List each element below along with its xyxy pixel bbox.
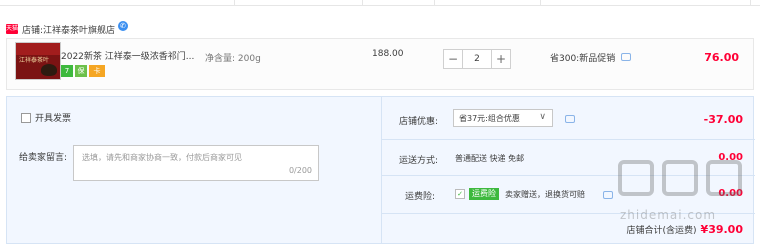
comment-icon[interactable] [621, 53, 631, 61]
quantity-input[interactable]: 2 [463, 49, 491, 69]
guarantee-icon: 保 [75, 65, 87, 77]
chat-bubble-icon[interactable]: ✆ [118, 21, 129, 31]
comment-icon[interactable] [565, 115, 575, 123]
cart-item-row: 江祥泰茶叶 2022新茶 江祥泰一级浓香祁门... 7 保 卡 净含量: 200… [6, 38, 754, 90]
product-spec: 净含量: 200g [205, 54, 261, 64]
shop-name-link[interactable]: 江祥泰茶叶旗舰店 [43, 23, 115, 36]
product-title-link[interactable]: 2022新茶 江祥泰一级浓香祁门... [61, 49, 203, 62]
watermark-text: zhidemai.com [620, 208, 717, 222]
comment-icon[interactable] [603, 191, 613, 199]
watermark-glyph-icon [662, 160, 698, 196]
shop-discount-label: 店铺优惠: [399, 117, 439, 127]
quantity-stepper: − 2 + [443, 49, 511, 69]
insurance-description: 卖家赠送，退换货可赔 [505, 190, 585, 199]
shop-discount-amount: -37.00 [703, 113, 743, 126]
insurance-tag: 运费险 [469, 188, 499, 200]
shop-header: 天猫 店铺: 江祥泰茶叶旗舰店 ✆ [6, 21, 129, 36]
order-page: 天猫 店铺: 江祥泰茶叶旗舰店 ✆ 江祥泰茶叶 2022新茶 江祥泰一级浓香祁门… [0, 0, 760, 244]
shipping-method: 普通配送 快递 免邮 [455, 154, 525, 163]
invoice-option[interactable]: 开具发票 [21, 111, 71, 124]
card-payment-icon: 卡 [89, 65, 105, 77]
shipping-label: 运送方式: [399, 156, 439, 166]
invoice-checkbox[interactable] [21, 112, 31, 123]
watermark-glyph-icon [618, 160, 654, 196]
invoice-label: 开具发票 [35, 114, 72, 124]
seven-day-return-icon: 7 [61, 65, 73, 77]
seller-message-textarea[interactable]: 选填，请先和商家协商一致，付款后商家可见 0/200 [73, 145, 319, 181]
watermark: zhidemai.com [614, 158, 754, 232]
watermark-glyph-icon [706, 160, 742, 196]
product-thumbnail[interactable]: 江祥泰茶叶 [15, 42, 61, 80]
unit-price: 188.00 [372, 49, 404, 59]
promotion-text: 省300:新品促销 [550, 54, 616, 64]
decrease-button[interactable]: − [443, 49, 463, 69]
message-label: 给卖家留言: [19, 153, 68, 163]
insurance-label: 运费险: [405, 192, 436, 202]
insurance-checkbox[interactable]: ✓ [455, 189, 465, 199]
chevron-down-icon: ∨ [539, 112, 546, 122]
increase-button[interactable]: + [491, 49, 511, 69]
message-counter: 0/200 [288, 166, 312, 175]
item-total: 76.00 [704, 51, 739, 64]
message-placeholder: 选填，请先和商家协商一致，付款后商家可见 [82, 153, 242, 162]
top-border [0, 0, 760, 6]
service-badges: 7 保 卡 [61, 65, 105, 77]
tmall-icon: 天猫 [6, 24, 19, 34]
shop-label: 店铺: [22, 25, 44, 36]
shop-discount-select[interactable]: 省37元:组合优惠 ∨ [453, 109, 553, 127]
